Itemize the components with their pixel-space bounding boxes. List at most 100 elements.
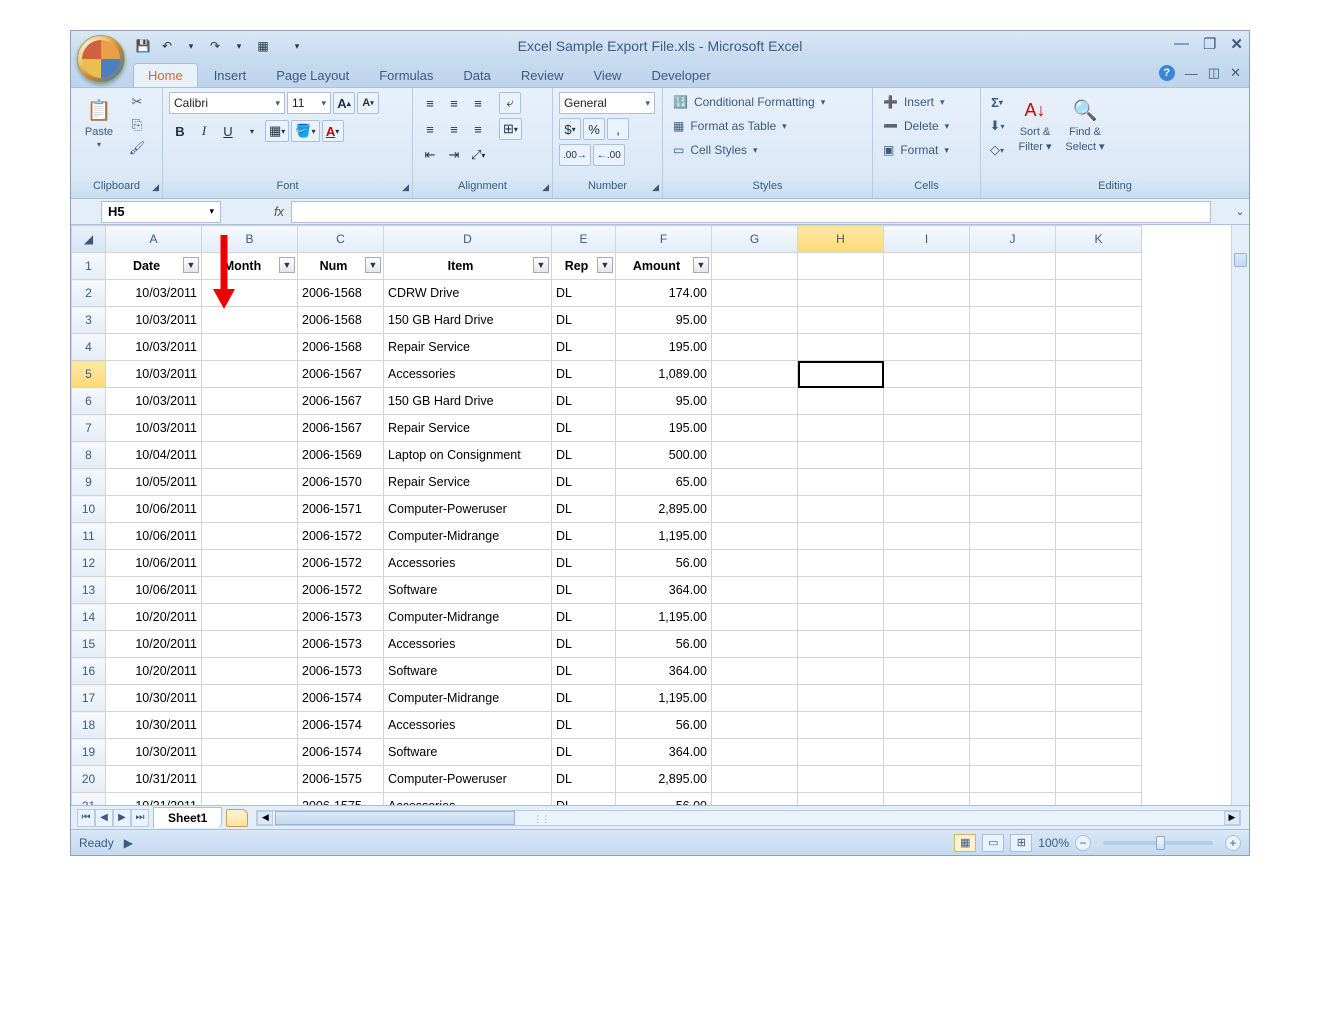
restore-icon[interactable]: ❐ xyxy=(1203,35,1216,53)
cell[interactable]: 10/20/2011 xyxy=(106,658,202,685)
cell[interactable] xyxy=(798,712,884,739)
cell[interactable] xyxy=(884,793,970,806)
cell[interactable]: Software xyxy=(384,577,552,604)
cell[interactable]: Software xyxy=(384,658,552,685)
number-format-combo[interactable]: General▾ xyxy=(559,92,655,114)
cell[interactable]: DL xyxy=(552,442,616,469)
format-painter-icon[interactable]: 🖌 xyxy=(127,138,147,158)
font-size-combo[interactable]: 11▾ xyxy=(287,92,331,114)
cell[interactable] xyxy=(1056,334,1142,361)
cell[interactable]: 56.00 xyxy=(616,550,712,577)
cell[interactable]: 364.00 xyxy=(616,739,712,766)
cell[interactable]: DL xyxy=(552,658,616,685)
cell[interactable]: Accessories xyxy=(384,793,552,806)
cell[interactable]: 150 GB Hard Drive xyxy=(384,307,552,334)
cell[interactable] xyxy=(1056,604,1142,631)
cell[interactable] xyxy=(202,631,298,658)
cell[interactable] xyxy=(884,604,970,631)
save-icon[interactable]: 💾 xyxy=(133,36,153,56)
cell[interactable]: Computer-Poweruser xyxy=(384,496,552,523)
comma-icon[interactable]: , xyxy=(607,118,629,140)
vertical-scrollbar[interactable] xyxy=(1231,225,1249,805)
cell[interactable] xyxy=(1056,442,1142,469)
cell[interactable]: 1,195.00 xyxy=(616,523,712,550)
filter-dropdown-icon[interactable]: ▼ xyxy=(693,257,709,273)
copy-icon[interactable]: ⎘ xyxy=(127,115,147,135)
cell[interactable] xyxy=(202,280,298,307)
cell[interactable]: Accessories xyxy=(384,631,552,658)
orientation-icon[interactable]: ⤢▾ xyxy=(467,144,489,166)
ribbon-tab-home[interactable]: Home xyxy=(133,63,198,87)
cell[interactable]: 2006-1567 xyxy=(298,361,384,388)
row-header[interactable]: 1 xyxy=(72,253,106,280)
cell[interactable] xyxy=(884,496,970,523)
cell[interactable] xyxy=(202,766,298,793)
help-icon[interactable]: ? xyxy=(1159,65,1175,81)
row-header[interactable]: 17 xyxy=(72,685,106,712)
cell[interactable]: 10/20/2011 xyxy=(106,604,202,631)
row-header[interactable]: 7 xyxy=(72,415,106,442)
cell[interactable] xyxy=(712,793,798,806)
cell[interactable]: 10/30/2011 xyxy=(106,712,202,739)
doc-minimize-icon[interactable]: — xyxy=(1185,66,1198,81)
column-header-D[interactable]: D xyxy=(384,226,552,253)
cell[interactable]: DL xyxy=(552,388,616,415)
cell[interactable] xyxy=(712,658,798,685)
cell[interactable]: 2006-1568 xyxy=(298,307,384,334)
cell[interactable] xyxy=(1056,631,1142,658)
fx-icon[interactable]: fx xyxy=(267,204,291,219)
cell[interactable]: 10/05/2011 xyxy=(106,469,202,496)
cell[interactable]: 10/06/2011 xyxy=(106,550,202,577)
cell[interactable]: 2,895.00 xyxy=(616,766,712,793)
cell[interactable]: Accessories xyxy=(384,550,552,577)
cell[interactable]: 10/03/2011 xyxy=(106,388,202,415)
align-right-icon[interactable]: ≡ xyxy=(467,118,489,140)
cell[interactable]: CDRW Drive xyxy=(384,280,552,307)
row-header[interactable]: 2 xyxy=(72,280,106,307)
column-header-J[interactable]: J xyxy=(970,226,1056,253)
macro-record-icon[interactable]: ▶ xyxy=(124,836,133,850)
row-header[interactable]: 6 xyxy=(72,388,106,415)
select-all-corner[interactable]: ◢ xyxy=(72,226,106,253)
cell[interactable]: 1,089.00 xyxy=(616,361,712,388)
cell[interactable]: 174.00 xyxy=(616,280,712,307)
cell[interactable] xyxy=(798,415,884,442)
cell[interactable] xyxy=(202,307,298,334)
cell[interactable]: Computer-Midrange xyxy=(384,685,552,712)
row-header[interactable]: 16 xyxy=(72,658,106,685)
doc-close-icon[interactable]: ✕ xyxy=(1230,65,1241,81)
cell[interactable] xyxy=(798,550,884,577)
cell[interactable] xyxy=(1056,253,1142,280)
cell[interactable]: 10/06/2011 xyxy=(106,577,202,604)
cell[interactable] xyxy=(970,685,1056,712)
filter-dropdown-icon[interactable]: ▼ xyxy=(597,257,613,273)
cell[interactable]: 10/03/2011 xyxy=(106,334,202,361)
cell[interactable] xyxy=(884,442,970,469)
cell[interactable] xyxy=(798,685,884,712)
cell[interactable] xyxy=(712,604,798,631)
redo-icon[interactable]: ↷ xyxy=(205,36,225,56)
dialog-launcher-icon[interactable]: ◢ xyxy=(652,182,659,193)
cell[interactable] xyxy=(1056,280,1142,307)
cell[interactable]: 56.00 xyxy=(616,712,712,739)
cell[interactable]: 2006-1568 xyxy=(298,280,384,307)
qat-customize-icon[interactable]: ▾ xyxy=(287,36,307,56)
cell[interactable]: DL xyxy=(552,631,616,658)
cell[interactable] xyxy=(798,307,884,334)
row-header[interactable]: 14 xyxy=(72,604,106,631)
cell[interactable] xyxy=(1056,658,1142,685)
cell[interactable] xyxy=(202,469,298,496)
formula-bar[interactable] xyxy=(291,201,1211,223)
cell[interactable] xyxy=(970,739,1056,766)
cell[interactable] xyxy=(1056,469,1142,496)
font-name-combo[interactable]: Calibri▾ xyxy=(169,92,285,114)
bold-button[interactable]: B xyxy=(169,120,191,142)
cell[interactable] xyxy=(202,361,298,388)
cell[interactable] xyxy=(712,388,798,415)
row-header[interactable]: 18 xyxy=(72,712,106,739)
row-header[interactable]: 3 xyxy=(72,307,106,334)
cell[interactable] xyxy=(712,766,798,793)
cell[interactable] xyxy=(884,631,970,658)
sheet-nav-first-icon[interactable]: ⏮ xyxy=(77,809,95,827)
cell[interactable]: DL xyxy=(552,550,616,577)
